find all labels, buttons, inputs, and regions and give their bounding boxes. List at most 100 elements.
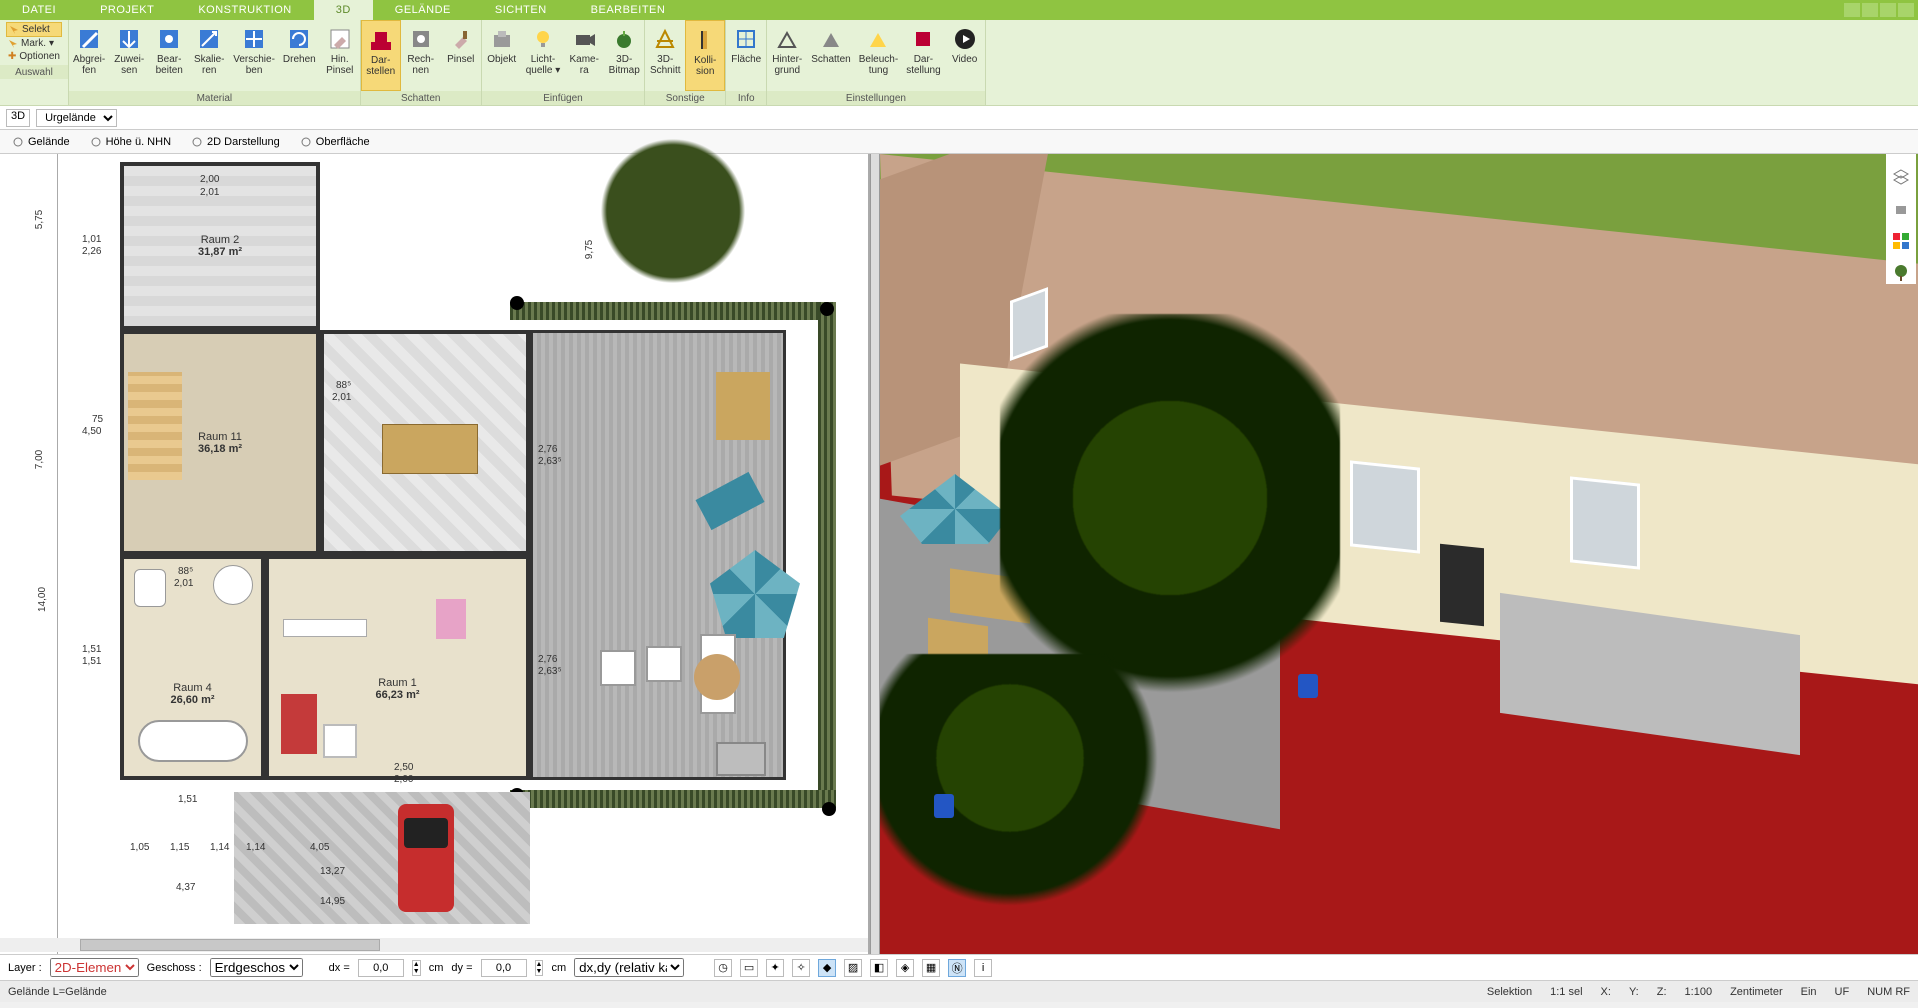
plant-icon[interactable] — [1890, 262, 1912, 284]
tool-north-icon[interactable]: Ⓝ — [948, 959, 966, 977]
kamera-button[interactable]: Kame- ra — [564, 20, 604, 91]
bearbeiten-button[interactable]: Bear- beiten — [149, 20, 189, 91]
dx-input[interactable] — [358, 959, 404, 977]
drehen-button[interactable]: Drehen — [279, 20, 320, 91]
gear-icon — [191, 136, 203, 148]
workspace: Raum 231,87 m² 2,00 2,01 1,01 2,26 Raum … — [0, 154, 1918, 954]
dim: 1,14 — [210, 842, 229, 853]
tab-gelaende[interactable]: GELÄNDE — [373, 0, 473, 20]
3dschnitt-icon — [652, 26, 678, 52]
sofa-icon — [281, 694, 317, 754]
group-auswahl-title: Auswahl — [0, 65, 68, 79]
maximize-icon[interactable] — [1880, 3, 1896, 17]
skalieren-button[interactable]: Skalie- ren — [189, 20, 229, 91]
pane-3d[interactable] — [880, 154, 1918, 954]
table-icon — [382, 424, 478, 474]
darstellen-button[interactable]: Dar- stellen — [361, 20, 401, 91]
minimize-icon[interactable] — [1862, 3, 1878, 17]
zuweisen-button[interactable]: Zuwei- sen — [109, 20, 149, 91]
tool-snap1-icon[interactable]: ✦ — [766, 959, 784, 977]
dx-stepper[interactable]: ▲▼ — [412, 960, 421, 976]
tool-snap2-icon[interactable]: ✧ — [792, 959, 810, 977]
tool-hatch-icon[interactable]: ▨ — [844, 959, 862, 977]
room-1[interactable]: Raum 166,23 m² — [265, 555, 530, 780]
view-selector-bar: 3D Urgelände — [0, 106, 1918, 130]
tab-sichten[interactable]: SICHTEN — [473, 0, 569, 20]
tool-clock-icon[interactable]: ◷ — [714, 959, 732, 977]
zuweisen-icon — [116, 26, 142, 52]
verschieben-button[interactable]: Verschie- ben — [229, 20, 279, 91]
tab-bearbeiten[interactable]: BEARBEITEN — [569, 0, 688, 20]
view-name-select[interactable]: Urgelände — [36, 109, 117, 127]
toilet-icon — [134, 569, 166, 607]
beleuchtung-button[interactable]: Beleuch- tung — [855, 20, 902, 91]
tool-layer-icon[interactable]: ◧ — [870, 959, 888, 977]
room-2[interactable]: Raum 231,87 m² — [120, 162, 320, 330]
table-icon — [323, 724, 357, 758]
terrain-node[interactable] — [510, 296, 524, 310]
tab-projekt[interactable]: PROJEKT — [78, 0, 176, 20]
group-einfuegen-title: Einfügen — [482, 91, 645, 105]
h-scrollbar[interactable] — [0, 938, 868, 952]
rechnen-button[interactable]: Rech- nen — [401, 20, 441, 91]
video-button[interactable]: Video — [945, 20, 985, 91]
darstellung-button[interactable]: Dar- stellung — [902, 20, 944, 91]
pinsel-button[interactable]: Pinsel — [441, 20, 481, 91]
view-mode[interactable]: 3D — [6, 109, 30, 127]
opt-gelaende[interactable]: Gelände — [6, 134, 76, 150]
help-icon[interactable] — [1844, 3, 1860, 17]
terrain-node[interactable] — [822, 802, 836, 816]
layers-icon[interactable] — [1890, 166, 1912, 188]
drehen-icon — [286, 26, 312, 52]
ribbon: Selekt Mark. ▾ ✚ Optionen Auswahl Abgrei… — [0, 20, 1918, 106]
flaeche-button[interactable]: Fläche — [726, 20, 766, 91]
3dbitmap-icon — [611, 26, 637, 52]
terrain-node[interactable] — [820, 302, 834, 316]
gear-icon — [90, 136, 102, 148]
hintergrund-button[interactable]: Hinter- grund — [767, 20, 807, 91]
group-einfuegen: ObjektLicht- quelle ▾Kame- ra3D- Bitmap … — [482, 20, 646, 105]
schatten2-button[interactable]: Schatten — [807, 20, 854, 91]
color-palette-icon[interactable] — [1890, 230, 1912, 252]
lichtquelle-button[interactable]: Licht- quelle ▾ — [522, 20, 565, 91]
layer-select[interactable]: 2D-Elemen — [50, 958, 139, 977]
hinpinsel-button[interactable]: Hin. Pinsel — [320, 20, 360, 91]
pinsel-icon — [448, 26, 474, 52]
3dschnitt-button[interactable]: 3D- Schnitt — [645, 20, 685, 91]
kollision-button[interactable]: Kolli- sion — [685, 20, 725, 91]
tab-3d[interactable]: 3D — [314, 0, 373, 20]
tool-ortho-icon[interactable]: ◆ — [818, 959, 836, 977]
room-3[interactable]: Raum 345,42 m² — [320, 330, 530, 555]
round-table-icon — [694, 654, 740, 700]
tool-grid-icon[interactable]: ▦ — [922, 959, 940, 977]
pane-2d[interactable]: Raum 231,87 m² 2,00 2,01 1,01 2,26 Raum … — [0, 154, 870, 954]
geschoss-select[interactable]: Erdgeschos — [210, 958, 303, 977]
opt-hoehe[interactable]: Höhe ü. NHN — [84, 134, 177, 150]
tool-3d-icon[interactable]: ◈ — [896, 959, 914, 977]
selekt-button[interactable]: Selekt — [6, 22, 62, 37]
opt-oberflaeche[interactable]: Oberfläche — [294, 134, 376, 150]
skalieren-icon — [196, 26, 222, 52]
objekt-button[interactable]: Objekt — [482, 20, 522, 91]
tool-monitor-icon[interactable]: ▭ — [740, 959, 758, 977]
tab-konstruktion[interactable]: KONSTRUKTION — [176, 0, 313, 20]
tool-info-icon[interactable]: i — [974, 959, 992, 977]
opt-2d[interactable]: 2D Darstellung — [185, 134, 286, 150]
mark-button[interactable]: Mark. ▾ — [6, 37, 62, 50]
window-3d — [1570, 476, 1640, 569]
pot-3d — [934, 794, 954, 818]
geschoss-label: Geschoss : — [147, 962, 202, 974]
dy-stepper[interactable]: ▲▼ — [535, 960, 544, 976]
close-icon[interactable] — [1898, 3, 1914, 17]
sideboard-icon — [283, 619, 367, 637]
pane-splitter[interactable] — [870, 154, 880, 954]
abgreifen-button[interactable]: Abgrei- fen — [69, 20, 109, 91]
optionen-button[interactable]: ✚ Optionen — [6, 50, 62, 63]
chair-view-icon[interactable] — [1890, 198, 1912, 220]
3dbitmap-button[interactable]: 3D- Bitmap — [604, 20, 644, 91]
dy-input[interactable] — [481, 959, 527, 977]
group-info: Fläche Info — [726, 20, 767, 105]
coord-mode-select[interactable]: dx,dy (relativ ka — [574, 958, 684, 977]
tab-datei[interactable]: DATEI — [0, 0, 78, 20]
selekt-label: Selekt — [22, 24, 50, 35]
